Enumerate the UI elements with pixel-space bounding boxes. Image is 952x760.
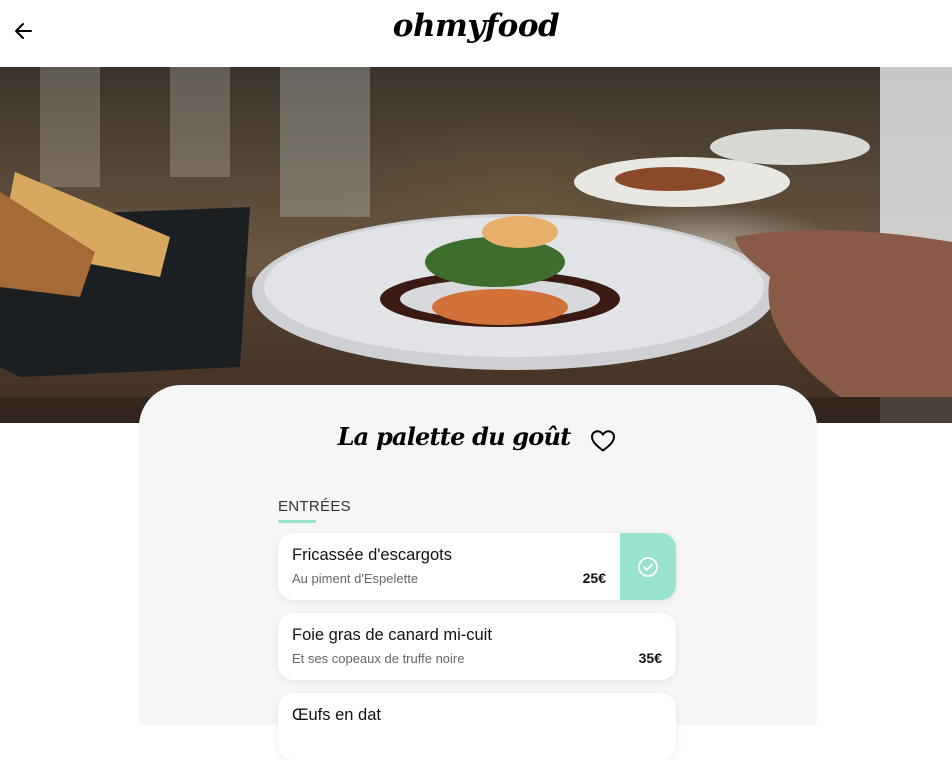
dish-description: Et ses copeaux de truffe noire bbox=[292, 651, 465, 666]
dish-price: 35€ bbox=[638, 650, 662, 666]
heart-outline-icon bbox=[591, 430, 615, 452]
dish-card[interactable]: Œufs en dat bbox=[278, 693, 676, 760]
selected-check-panel[interactable] bbox=[620, 533, 676, 600]
dish-price: 25€ bbox=[582, 570, 606, 586]
app-logo[interactable]: ohmyfood bbox=[0, 8, 952, 44]
dish-name: Fricassée d'escargots bbox=[292, 546, 452, 564]
top-bar: ohmyfood bbox=[0, 0, 952, 67]
dish-name: Œufs en dat bbox=[292, 706, 381, 724]
dish-card[interactable]: Fricassée d'escargots Au piment d'Espele… bbox=[278, 533, 676, 600]
section-title-entrees: ENTRÉES bbox=[278, 498, 351, 515]
favorite-button[interactable] bbox=[590, 429, 616, 453]
section-underline bbox=[278, 520, 316, 523]
restaurant-hero-image bbox=[0, 67, 952, 423]
check-circle-icon bbox=[638, 557, 658, 577]
dish-name: Foie gras de canard mi-cuit bbox=[292, 626, 492, 644]
dish-description: Au piment d'Espelette bbox=[292, 571, 419, 586]
restaurant-title: La palette du goût bbox=[337, 422, 572, 451]
dish-card[interactable]: Foie gras de canard mi-cuit Et ses copea… bbox=[278, 613, 676, 680]
